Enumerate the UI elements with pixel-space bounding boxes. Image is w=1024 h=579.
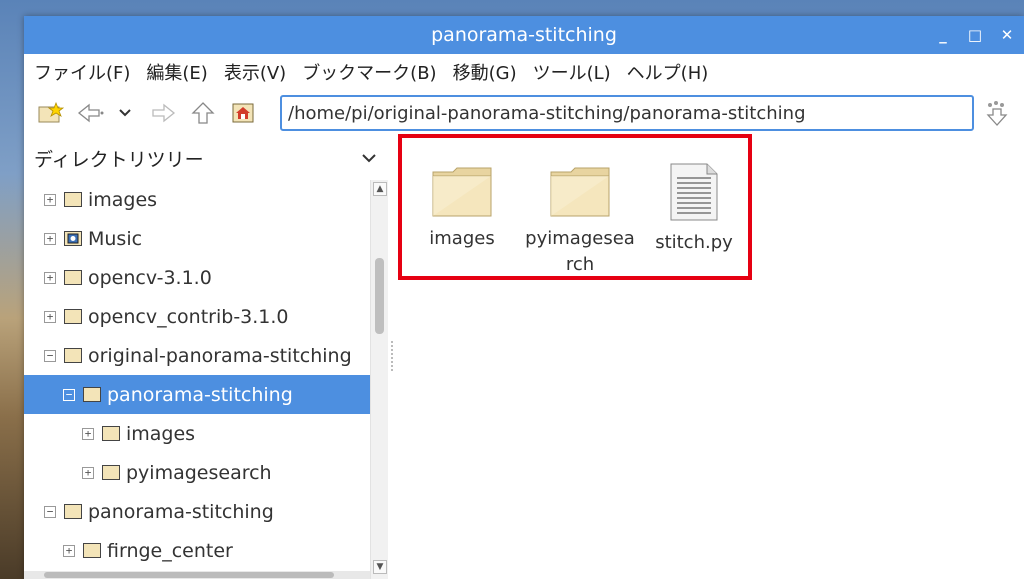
menu-view[interactable]: 表示(V) — [224, 59, 286, 85]
tree-item[interactable]: + opencv-3.1.0 — [24, 258, 370, 297]
folder-icon — [83, 387, 101, 402]
close-button[interactable]: ✕ — [998, 26, 1016, 44]
expand-toggle[interactable]: + — [44, 310, 56, 323]
folder-icon — [102, 465, 120, 480]
up-button[interactable] — [188, 98, 218, 128]
new-folder-star-icon — [38, 102, 64, 123]
sidebar-header[interactable]: ディレクトリツリー — [24, 136, 388, 180]
chevron-down-icon — [362, 154, 376, 163]
forward-arrow-icon — [152, 103, 176, 123]
maximize-button[interactable]: □ — [966, 26, 984, 44]
tree-item[interactable]: − original-panorama-stitching — [24, 336, 370, 375]
menu-go[interactable]: 移動(G) — [453, 59, 517, 85]
home-button[interactable] — [228, 98, 258, 128]
history-dropdown[interactable] — [116, 98, 134, 128]
tree-item[interactable]: − panorama-stitching — [24, 375, 370, 414]
tree-item-label: images — [126, 422, 196, 445]
minimize-button[interactable]: _ — [934, 26, 952, 44]
expand-toggle[interactable]: + — [44, 193, 56, 206]
menu-tools[interactable]: ツール(L) — [533, 59, 611, 85]
tree-vertical-scrollbar[interactable]: ▲ ▼ — [370, 180, 388, 579]
up-arrow-icon — [191, 102, 215, 124]
location-bar[interactable] — [280, 95, 974, 131]
menu-bookmarks[interactable]: ブックマーク(B) — [302, 59, 436, 85]
tree-item[interactable]: + pyimagesearch — [24, 453, 370, 492]
folder-icon — [64, 348, 82, 363]
tree-item-label: panorama-stitching — [88, 500, 274, 523]
go-button[interactable] — [982, 98, 1012, 128]
expand-toggle[interactable]: + — [44, 232, 56, 245]
tree-item-label: opencv-3.1.0 — [88, 266, 212, 289]
tree-item-label: firnge_center — [107, 539, 233, 562]
folder-icon — [64, 309, 82, 324]
tree-item-label: original-panorama-stitching — [88, 344, 352, 367]
expand-toggle[interactable]: + — [44, 271, 56, 284]
horizontal-scrollbar-thumb[interactable] — [44, 572, 334, 578]
home-icon — [232, 103, 254, 123]
folder-icon — [64, 192, 82, 207]
menu-file[interactable]: ファイル(F) — [34, 59, 130, 85]
menu-edit[interactable]: 編集(E) — [146, 59, 207, 85]
go-arrow-icon — [986, 101, 1008, 126]
collapse-toggle[interactable]: − — [63, 388, 75, 401]
expand-toggle[interactable]: + — [63, 544, 75, 557]
file-manager-window: panorama-stitching _ □ ✕ ファイル(F) 編集(E) 表… — [24, 16, 1024, 579]
tree-item[interactable]: − panorama-stitching — [24, 492, 370, 531]
tree-item-label: pyimagesearch — [126, 461, 272, 484]
forward-button[interactable] — [148, 98, 178, 128]
back-arrow-icon — [77, 103, 104, 123]
back-button[interactable] — [76, 98, 106, 128]
window-title: panorama-stitching — [431, 24, 617, 46]
folder-icon — [83, 543, 101, 558]
scrollbar-thumb[interactable] — [375, 258, 384, 334]
menu-help[interactable]: ヘルプ(H) — [627, 59, 709, 85]
highlight-box — [398, 134, 752, 280]
tree-item[interactable]: + firnge_center — [24, 531, 370, 570]
tree-item[interactable]: + images — [24, 180, 370, 219]
tree-item-label: Music — [88, 227, 143, 250]
path-input[interactable] — [288, 102, 972, 124]
menu-bar: ファイル(F) 編集(E) 表示(V) ブックマーク(B) 移動(G) ツール(… — [24, 54, 1024, 90]
toolbar — [24, 90, 1024, 136]
tree-horizontal-scrollbar[interactable] — [24, 571, 370, 579]
sidebar-title: ディレクトリツリー — [34, 148, 204, 171]
directory-tree: + images + Music + opencv-3.1.0 + opencv_contri… — [24, 180, 370, 579]
tree-item-label: panorama-stitching — [107, 383, 293, 406]
folder-icon — [64, 504, 82, 519]
folder-icon — [102, 426, 120, 441]
window-controls: _ □ ✕ — [934, 16, 1016, 54]
tree-item-label: opencv_contrib-3.1.0 — [88, 305, 289, 328]
new-tab-button[interactable] — [36, 98, 66, 128]
tree-item[interactable]: + opencv_contrib-3.1.0 — [24, 297, 370, 336]
music-folder-icon — [64, 231, 82, 246]
scroll-up-button[interactable]: ▲ — [373, 182, 387, 196]
tree-item[interactable]: + images — [24, 414, 370, 453]
expand-toggle[interactable]: + — [82, 427, 94, 440]
collapse-toggle[interactable]: − — [44, 505, 56, 518]
sidebar-dropdown[interactable] — [362, 148, 376, 167]
splitter-grip — [391, 341, 393, 371]
directory-tree-panel: ディレクトリツリー + images + Music + opencv-3.1.0 + ope… — [24, 136, 388, 579]
pane-splitter[interactable] — [388, 136, 396, 579]
collapse-toggle[interactable]: − — [44, 349, 56, 362]
tree-item[interactable]: + Music — [24, 219, 370, 258]
tree-item-label: images — [88, 188, 158, 211]
expand-toggle[interactable]: + — [82, 466, 94, 479]
folder-icon — [64, 270, 82, 285]
title-bar[interactable]: panorama-stitching _ □ ✕ — [24, 16, 1024, 54]
scroll-down-button[interactable]: ▼ — [373, 560, 387, 574]
chevron-down-icon — [119, 109, 131, 117]
